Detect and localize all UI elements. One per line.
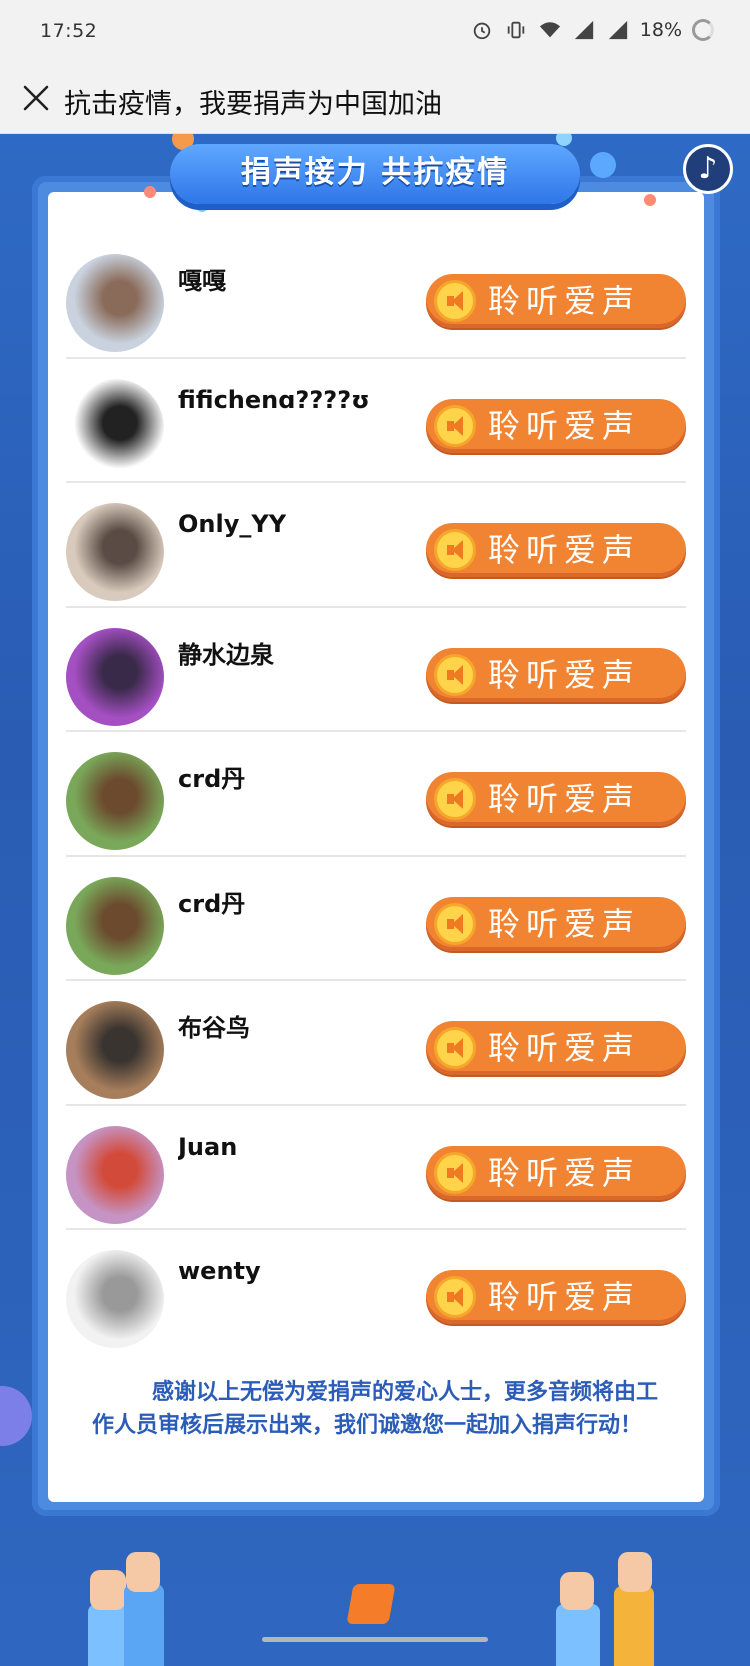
listen-button-label: 聆听爱声 <box>488 282 641 320</box>
status-time: 17:52 <box>40 20 98 42</box>
donor-row: crd丹聆听爱声 <box>66 732 686 857</box>
donor-row: fifichenɑ????ʊ 聆听爱声 <box>66 359 686 483</box>
header-banner: 捐声接力 共抗疫情 <box>170 144 580 204</box>
raised-fist <box>90 1570 126 1610</box>
avatar <box>66 503 164 601</box>
music-note-icon: ♪ <box>698 151 718 186</box>
speaker-icon <box>434 404 476 447</box>
battery-percent: 18% <box>639 19 682 41</box>
megaphone-icon <box>346 1584 396 1624</box>
raised-fist <box>126 1552 160 1592</box>
alarm-icon <box>473 22 491 40</box>
listen-button[interactable]: 聆听爱声 <box>426 647 686 702</box>
speaker-icon <box>434 1276 476 1318</box>
main-page: 捐声接力 共抗疫情 ♪ 嘎嘎 聆听爱声 fifichenɑ????ʊ 聆听爱声 Only… <box>0 134 750 1666</box>
vibrate-icon <box>507 21 525 39</box>
listen-button[interactable]: 聆听爱声 <box>426 1145 686 1200</box>
listen-button-label: 聆听爱声 <box>488 904 641 943</box>
donor-name: 静水边泉 <box>178 640 274 669</box>
bottom-illustration <box>0 1534 750 1666</box>
donor-row: 静水边泉聆听爱声 <box>66 608 686 732</box>
donor-list: 嘎嘎 聆听爱声 fifichenɑ????ʊ 聆听爱声 Only_YY 聆听爱声 静水边泉聆… <box>66 234 686 1355</box>
donor-row: crd丹聆听爱声 <box>66 857 686 981</box>
speaker-icon <box>434 280 476 322</box>
home-indicator[interactable] <box>262 1637 488 1642</box>
donor-row: wenty 聆听爱声 <box>66 1230 686 1355</box>
status-bar: 17:52 18% <box>0 0 750 66</box>
thanks-text: 感谢以上无偿为爱捐声的爱心人士，更多音频将由工作人员审核后展示出来，我们诚邀您一… <box>92 1380 659 1438</box>
avatar <box>66 752 164 850</box>
listen-button-label: 聆听爱声 <box>488 1029 641 1067</box>
speaker-icon <box>434 1151 476 1194</box>
nav-bar: 抗击疫情，我要捐声为中国加油 <box>0 66 750 134</box>
speaker-icon <box>434 778 476 820</box>
decor-dot <box>590 152 616 178</box>
signal-icon <box>574 20 593 40</box>
sleeve <box>124 1584 164 1666</box>
avatar <box>66 1001 164 1099</box>
donor-row: Juan 聆听爱声 <box>66 1106 686 1230</box>
listen-button[interactable]: 聆听爱声 <box>426 523 686 577</box>
speaker-icon <box>434 902 476 945</box>
listen-button[interactable]: 聆听爱声 <box>426 1270 686 1324</box>
donor-row: Only_YY 聆听爱声 <box>66 483 686 608</box>
decor-dot <box>644 194 656 206</box>
donor-row: 布谷鸟聆听爱声 <box>66 981 686 1106</box>
speaker-icon <box>434 653 476 696</box>
listen-button[interactable]: 聆听爱声 <box>426 398 686 453</box>
listen-button-label: 聆听爱声 <box>488 406 641 445</box>
battery-icon <box>692 19 714 41</box>
avatar <box>66 1250 164 1348</box>
page-title: 抗击疫情，我要捐声为中国加油 <box>64 89 442 120</box>
donor-name: 布谷鸟 <box>178 1014 250 1042</box>
decor-dot <box>144 186 156 198</box>
donor-name: wenty <box>178 1257 261 1285</box>
donor-name: Juan <box>178 1132 238 1161</box>
signal-icon <box>608 20 627 40</box>
listen-button-label: 聆听爱声 <box>488 531 641 569</box>
avatar <box>66 1125 164 1224</box>
close-icon[interactable] <box>18 80 54 116</box>
donor-name: 嘎嘎 <box>178 267 226 295</box>
listen-button[interactable]: 聆听爱声 <box>426 772 686 826</box>
sleeve <box>556 1604 600 1666</box>
banner-title: 捐声接力 共抗疫情 <box>240 155 510 190</box>
raised-fist <box>560 1572 594 1610</box>
listen-button[interactable]: 聆听爱声 <box>426 896 686 951</box>
donor-name: Only_YY <box>178 510 287 538</box>
avatar <box>66 876 164 975</box>
listen-button-label: 聆听爱声 <box>488 1153 641 1192</box>
listen-button-label: 聆听爱声 <box>488 655 641 694</box>
avatar <box>66 254 164 352</box>
avatar <box>66 627 164 726</box>
wifi-icon <box>539 22 560 38</box>
decor-dot <box>0 1386 32 1446</box>
speaker-icon <box>434 529 476 571</box>
donor-name: fifichenɑ????ʊ <box>178 385 370 414</box>
listen-button-label: 聆听爱声 <box>488 1278 641 1316</box>
listen-button[interactable]: 聆听爱声 <box>426 274 686 328</box>
listen-button[interactable]: 聆听爱声 <box>426 1021 686 1075</box>
donor-row: 嘎嘎聆听爱声 <box>66 234 686 359</box>
avatar <box>66 378 164 477</box>
sleeve <box>614 1586 654 1666</box>
listen-button-label: 聆听爱声 <box>488 780 641 818</box>
donor-name: crd丹 <box>178 765 246 793</box>
music-toggle-button[interactable]: ♪ <box>683 144 733 194</box>
speaker-icon <box>434 1027 476 1069</box>
raised-fist <box>618 1552 652 1592</box>
donor-name: crd丹 <box>178 889 246 918</box>
status-icons: 18% <box>470 19 714 41</box>
